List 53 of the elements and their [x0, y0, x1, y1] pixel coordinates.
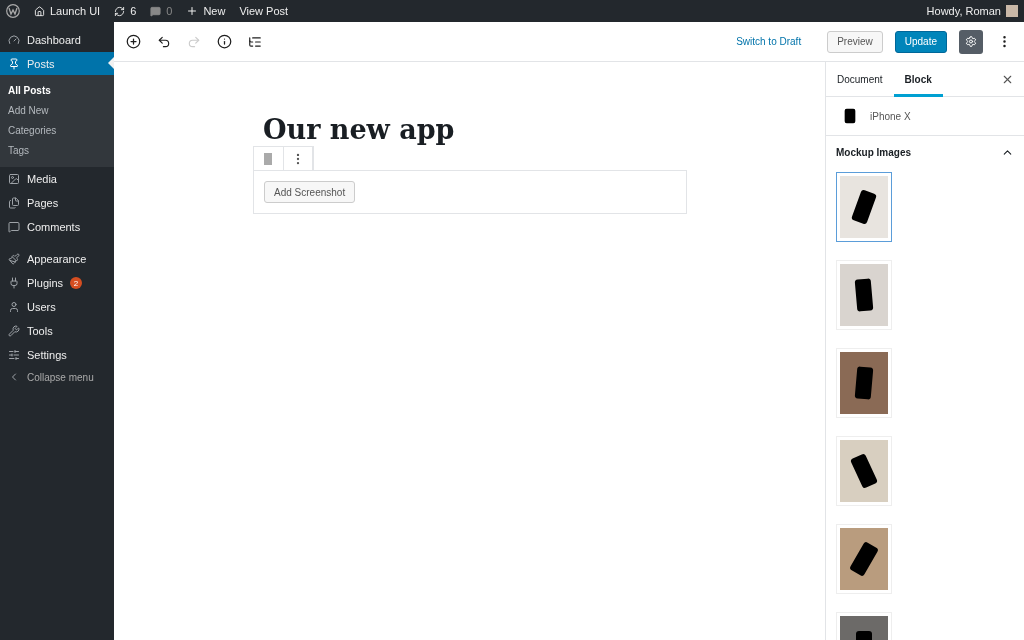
- plus-icon: [186, 5, 199, 17]
- sidebar-item[interactable]: Plugins 2: [0, 271, 114, 295]
- add-block-icon[interactable]: [124, 32, 143, 51]
- count-badge: 2: [70, 277, 83, 289]
- submenu-item[interactable]: Categories: [0, 121, 114, 141]
- pin-icon: [8, 57, 20, 70]
- settings-icon[interactable]: [959, 29, 983, 54]
- speech-bubble-icon: [150, 5, 162, 17]
- switch-to-draft-button[interactable]: Switch to Draft: [730, 35, 808, 48]
- comments-link[interactable]: 0: [150, 5, 173, 17]
- user-icon: [8, 301, 20, 313]
- plug-icon: [8, 277, 20, 289]
- view-post-link[interactable]: View Post: [239, 5, 289, 17]
- submenu-item[interactable]: Add New: [0, 101, 114, 121]
- block-name: iPhone X: [870, 110, 911, 122]
- panel-tab[interactable]: Block: [893, 62, 943, 97]
- sidebar-item[interactable]: Media: [0, 167, 114, 191]
- sidebar-item[interactable]: Users: [0, 295, 114, 319]
- sidebar-item[interactable]: Posts: [0, 52, 114, 75]
- wordpress-logo-icon[interactable]: [6, 4, 20, 18]
- image-icon: [8, 173, 20, 185]
- sidebar-item[interactable]: Comments: [0, 215, 114, 239]
- section-header[interactable]: Mockup Images: [826, 136, 1024, 169]
- home-icon: [34, 5, 45, 17]
- mockup-thumbnail[interactable]: [836, 172, 892, 242]
- new-link[interactable]: New: [186, 5, 226, 17]
- pages-icon: [8, 197, 20, 209]
- collapse-menu-link[interactable]: Collapse menu: [0, 367, 114, 387]
- speech-bubble-icon: [8, 221, 20, 233]
- sidebar-item[interactable]: Dashboard: [0, 28, 114, 52]
- sidebar-item[interactable]: Tools: [0, 319, 114, 343]
- paintbrush-icon: [8, 253, 20, 265]
- sidebar-item[interactable]: Settings: [0, 343, 114, 367]
- panel-tab[interactable]: Document: [826, 62, 894, 97]
- avatar-icon: [1006, 5, 1018, 17]
- update-button[interactable]: Update: [894, 30, 947, 53]
- gauge-icon: [8, 34, 20, 46]
- add-screenshot-button[interactable]: Add Screenshot: [264, 181, 356, 203]
- sidebar-item[interactable]: Pages: [0, 191, 114, 215]
- phone-icon: [842, 108, 858, 124]
- refresh-icon: [114, 5, 126, 17]
- account-link[interactable]: Howdy, Roman: [926, 5, 1018, 17]
- preview-button[interactable]: Preview: [827, 30, 883, 53]
- sidebar-item[interactable]: Appearance: [0, 247, 114, 271]
- submenu-item[interactable]: Tags: [0, 141, 114, 161]
- site-link[interactable]: Launch UI: [34, 5, 101, 17]
- post-title[interactable]: Our new app: [263, 114, 825, 146]
- mockup-block[interactable]: Add Screenshot: [253, 170, 687, 214]
- info-icon[interactable]: [215, 32, 234, 51]
- submenu-item[interactable]: All Posts: [0, 81, 114, 101]
- wrench-icon: [8, 325, 20, 337]
- updates-link[interactable]: 6: [114, 5, 137, 17]
- sliders-icon: [8, 349, 20, 361]
